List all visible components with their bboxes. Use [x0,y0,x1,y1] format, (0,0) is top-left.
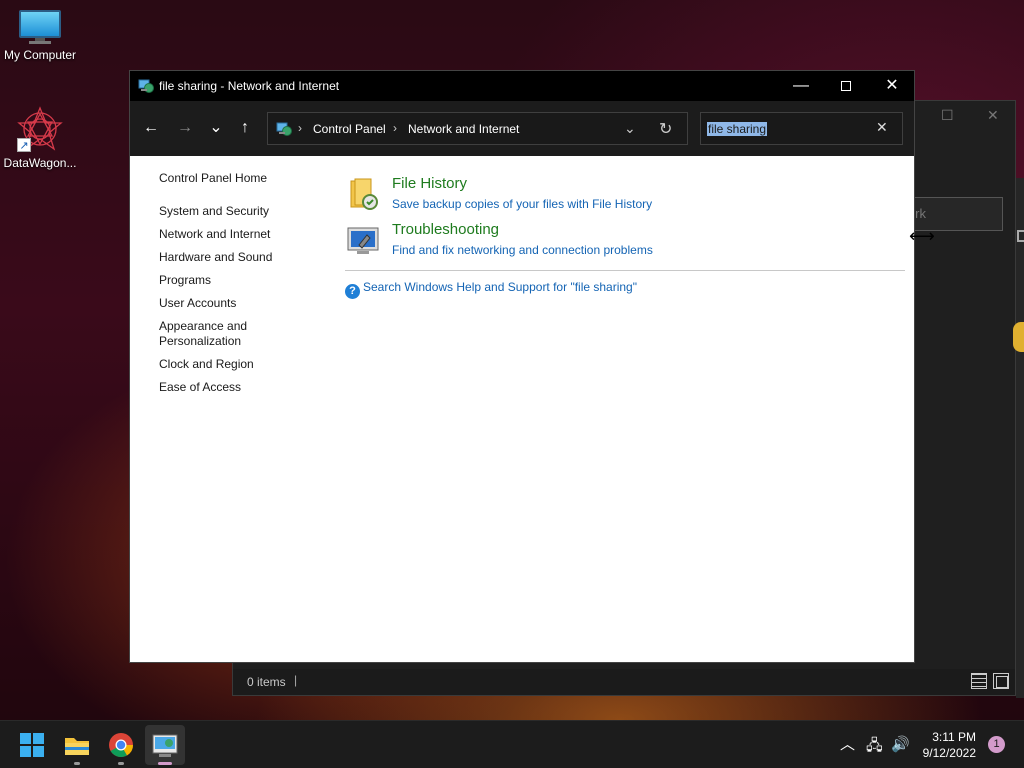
desktop-icon-my-computer[interactable]: My Computer [0,10,80,62]
show-hidden-icons-icon[interactable]: ︿ [840,733,855,754]
divider [345,270,905,271]
window-title: file sharing - Network and Internet [159,79,340,93]
background-window-edge [1016,178,1024,698]
control-panel-window[interactable]: file sharing - Network and Internet — ✕ … [129,70,915,663]
help-link-text[interactable]: Search Windows Help and Support for "fil… [363,280,637,294]
running-indicator [118,762,124,765]
network-internet-icon [138,79,154,93]
status-bar: 0 items | [233,669,1015,695]
desktop-icon-label: My Computer [3,48,77,62]
shortcut-arrow-icon: ↗ [17,138,31,152]
sidebar-item-system-security[interactable]: System and Security [159,204,319,219]
background-close-icon[interactable]: ✕ [987,107,999,124]
notification-badge[interactable]: 1 [988,736,1005,753]
breadcrumb-control-panel[interactable]: Control Panel [313,122,386,136]
address-dropdown-icon[interactable]: ⌄ [624,120,636,137]
sidebar-item-control-panel-home[interactable]: Control Panel Home [159,171,319,186]
navigation-bar: ← → ⌄ ↑ › Control Panel › Network and In… [130,101,914,156]
large-icons-view-icon[interactable] [993,673,1009,689]
address-bar[interactable]: › Control Panel › Network and Internet ⌄… [267,112,688,145]
clock[interactable]: 3:11 PM 9/12/2022 [910,729,976,761]
clock-date: 9/12/2022 [922,746,976,760]
maximize-button[interactable] [823,71,869,101]
desktop-icon-datawagon[interactable]: ↗ DataWagon... [0,106,80,170]
up-button[interactable]: ↑ [233,117,257,139]
breadcrumb-separator[interactable]: › [298,121,302,135]
volume-icon[interactable]: 🔊 [891,735,910,753]
background-edge-highlight [1013,322,1024,352]
details-view-icon[interactable] [971,673,987,689]
file-history-icon [350,178,378,210]
search-box[interactable]: file sharing ✕ [700,112,903,145]
status-separator: | [294,673,298,687]
background-edge-icon [1017,230,1024,242]
refresh-icon[interactable]: ↻ [659,119,672,139]
minimize-button[interactable]: — [778,71,824,101]
network-internet-icon [276,122,292,136]
background-maximize-icon[interactable]: ☐ [941,107,954,124]
clock-time: 3:11 PM [932,730,976,744]
active-indicator [158,762,172,765]
sidebar-item-appearance[interactable]: Appearance and Personalization [159,319,259,349]
forward-button[interactable]: → [173,117,197,139]
help-icon: ? [345,284,360,299]
item-count: 0 items [247,675,286,689]
result-link[interactable]: Save backup copies of your files with Fi… [392,197,652,211]
chrome-icon[interactable] [105,729,137,761]
start-icon[interactable] [16,729,48,761]
sidebar-item-ease-of-access[interactable]: Ease of Access [159,380,319,395]
taskbar: ︿ 🖧 🔊 3:11 PM 9/12/2022 1 [0,720,1024,768]
sidebar-item-hardware-sound[interactable]: Hardware and Sound [159,250,319,265]
sidebar-item-network-internet[interactable]: Network and Internet [159,227,319,242]
sidebar-item-programs[interactable]: Programs [159,273,319,288]
desktop-icon-label: DataWagon... [3,156,77,170]
sidebar: Control Panel Home System and Security N… [159,171,319,403]
search-input[interactable]: file sharing [707,122,768,136]
troubleshooting-icon [347,227,379,254]
result-file-history: File History Save backup copies of your … [345,175,905,221]
result-title[interactable]: File History [392,175,467,192]
title-bar[interactable]: file sharing - Network and Internet — ✕ [130,71,914,101]
search-results: File History Save backup copies of your … [345,175,905,299]
maximize-icon [841,80,851,91]
datawagon-logo-icon: ↗ [17,106,63,152]
network-icon[interactable]: 🖧 [866,735,883,760]
control-panel-icon[interactable] [149,729,181,761]
recent-locations-button[interactable]: ⌄ [204,117,228,139]
breadcrumb-separator[interactable]: › [393,121,397,135]
result-link[interactable]: Find and fix networking and connection p… [392,243,653,257]
file-explorer-icon[interactable] [61,729,93,761]
monitor-icon [19,10,61,44]
close-button[interactable]: ✕ [869,71,915,101]
sidebar-item-user-accounts[interactable]: User Accounts [159,296,319,311]
running-indicator [74,762,80,765]
result-title[interactable]: Troubleshooting [392,221,499,238]
windows-help-link[interactable]: ? Search Windows Help and Support for "fi… [345,280,637,299]
result-troubleshooting: Troubleshooting Find and fix networking … [345,221,905,267]
resize-cursor-icon: ⟷ [909,226,935,246]
sidebar-item-clock-region[interactable]: Clock and Region [159,357,319,372]
back-button[interactable]: ← [139,117,163,139]
clear-search-icon[interactable]: ✕ [876,119,888,136]
breadcrumb-network-and-internet[interactable]: Network and Internet [408,122,519,136]
